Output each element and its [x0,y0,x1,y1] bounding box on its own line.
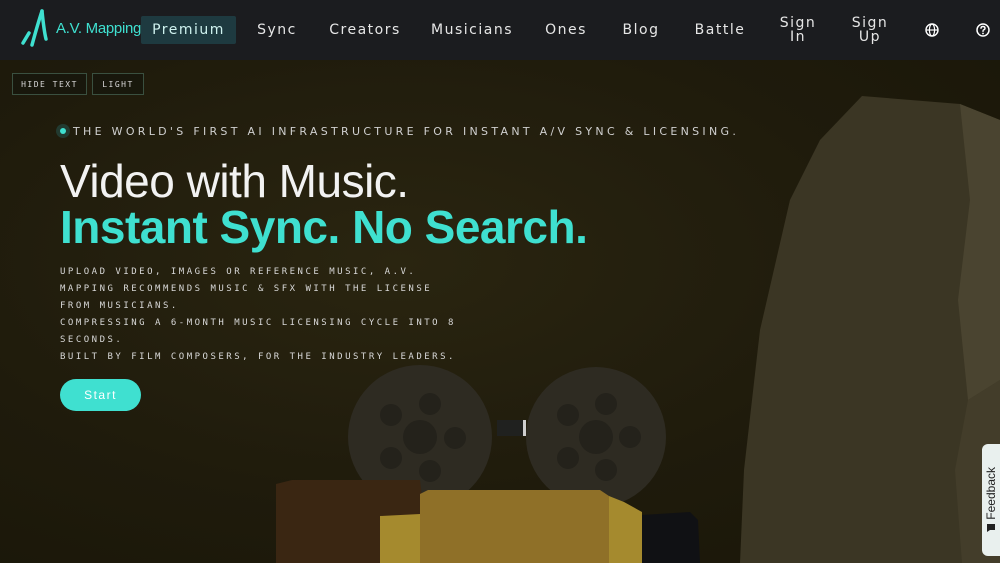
hero-tagline: THE WORLD'S FIRST AI INFRASTRUCTURE FOR … [56,124,739,138]
help-icon[interactable] [975,22,991,38]
globe-icon[interactable] [924,22,940,38]
chat-icon [987,524,995,533]
nav-creators[interactable]: Creators [324,0,406,60]
status-dot-icon [56,124,70,138]
top-navbar: A.V. Mapping Premium Sync Creators Music… [0,0,1000,60]
logo-mark-icon [21,9,48,47]
nav-sign-in[interactable]: Sign In [772,0,824,60]
brand-name: A.V. Mapping [56,19,142,37]
light-mode-toggle[interactable]: LIGHT [92,73,144,95]
description-line: COMPRESSING A 6-MONTH MUSIC LICENSING CY… [60,318,456,328]
hero-description: UPLOAD VIDEO, IMAGES OR REFERENCE MUSIC,… [60,264,480,366]
nav-battle[interactable]: Battle [688,0,752,60]
nav-premium[interactable]: Premium [141,16,236,44]
hero-title-line2: Instant Sync. No Search. [60,201,588,253]
feedback-label: Feedback [984,466,998,520]
nav-musicians[interactable]: Musicians [426,0,518,60]
nav-ones[interactable]: Ones [538,0,594,60]
hide-text-toggle[interactable]: HIDE TEXT [12,73,87,95]
description-line: FROM MUSICIANS. [60,301,179,311]
description-line: SECONDS. [60,335,124,345]
start-button[interactable]: Start [60,379,141,411]
nav-blog[interactable]: Blog [614,0,668,60]
description-line: UPLOAD VIDEO, IMAGES OR REFERENCE MUSIC,… [60,267,417,277]
nav-sign-up[interactable]: Sign Up [844,0,896,60]
feedback-tab[interactable]: Feedback [982,444,1000,556]
description-line: MAPPING RECOMMENDS MUSIC & SFX WITH THE … [60,284,433,294]
brand-logo[interactable]: A.V. Mapping [20,9,141,47]
description-line: BUILT BY FILM COMPOSERS, FOR THE INDUSTR… [60,352,456,362]
nav-sync[interactable]: Sync [250,0,304,60]
tagline-text: THE WORLD'S FIRST AI INFRASTRUCTURE FOR … [73,124,740,138]
